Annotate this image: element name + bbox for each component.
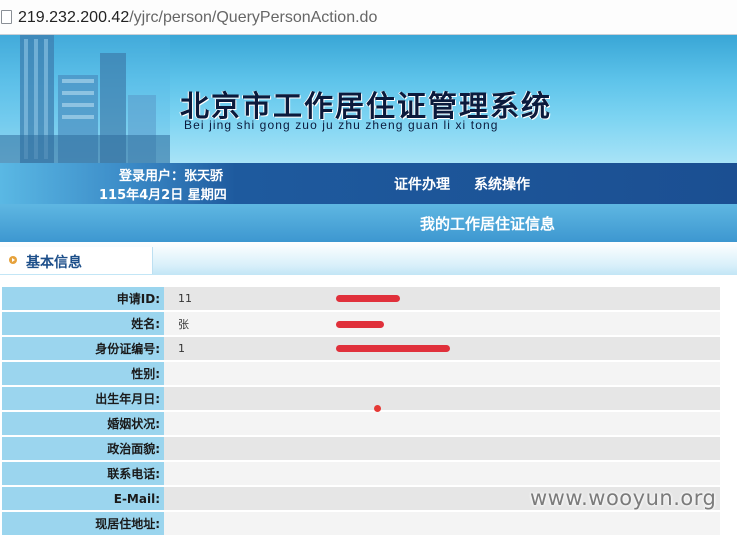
table-row: 婚姻状况: [2,412,720,435]
field-value-id-number: 1 [164,337,720,360]
page-icon [1,10,12,24]
field-value-application-id: 11 [164,287,720,310]
name-text: 张 [178,317,189,331]
field-label-birth-date: 出生年月日: [2,387,164,410]
field-label-name: 姓名: [2,312,164,335]
table-row: 姓名: 张 [2,312,720,335]
field-value-gender [164,362,720,385]
sub-header: 我的工作居住证信息 [0,204,737,242]
field-value-political-status [164,437,720,460]
system-title-pinyin: Bei jing shi gong zuo ju zhu zheng guan … [184,118,499,132]
table-row: 出生年月日: [2,387,720,410]
table-row: 政治面貌: [2,437,720,460]
field-label-current-address: 现居住地址: [2,512,164,535]
table-row: 联系电话: [2,462,720,485]
tab-basic-info-label: 基本信息 [26,255,82,271]
city-skyline-image [0,35,170,163]
page-title: 我的工作居住证信息 [420,215,556,233]
field-label-phone: 联系电话: [2,462,164,485]
url-host: 219.232.200.42 [18,9,130,26]
redaction-mark [336,295,400,302]
watermark: www.wooyun.org [530,486,717,510]
table-row: 现居住地址: [2,512,720,535]
header-banner: 北京市工作居住证管理系统 Bei jing shi gong zuo ju zh… [0,35,737,163]
tab-basic-info[interactable]: 基本信息 [0,247,153,274]
redaction-mark [336,345,450,352]
id-number-text: 1 [178,342,185,355]
address-bar[interactable]: 219.232.200.42/yjrc/person/QueryPersonAc… [0,0,737,35]
nav-bar: 登录用户：张天骄 115年4月2日 星期四 证件办理 系统操作 [0,163,737,204]
field-label-gender: 性别: [2,362,164,385]
field-value-current-address [164,512,720,535]
field-label-id-number: 身份证编号: [2,337,164,360]
table-row: 性别: [2,362,720,385]
field-value-phone [164,462,720,485]
field-value-name: 张 [164,312,720,335]
table-row: 申请ID: 11 [2,287,720,310]
field-value-marital-status [164,412,720,435]
red-dot-marker [374,405,381,412]
table-row: 身份证编号: 1 [2,337,720,360]
arrow-bullet-icon [9,256,17,264]
field-label-email: E-Mail: [2,487,164,510]
current-date: 115年4月2日 星期四 [99,188,227,203]
field-label-marital-status: 婚姻状况: [2,412,164,435]
redaction-mark [336,321,384,328]
logged-in-user: 登录用户：张天骄 [119,169,224,184]
url-path: /yjrc/person/QueryPersonAction.do [129,9,378,26]
field-label-application-id: 申请ID: [2,287,164,310]
url-text[interactable]: 219.232.200.42/yjrc/person/QueryPersonAc… [18,9,377,27]
menu-system-operations[interactable]: 系统操作 [474,174,530,194]
field-label-political-status: 政治面貌: [2,437,164,460]
application-id-text: 11 [178,292,192,305]
menu-certificate-processing[interactable]: 证件办理 [394,174,450,194]
field-value-birth-date [164,387,720,410]
